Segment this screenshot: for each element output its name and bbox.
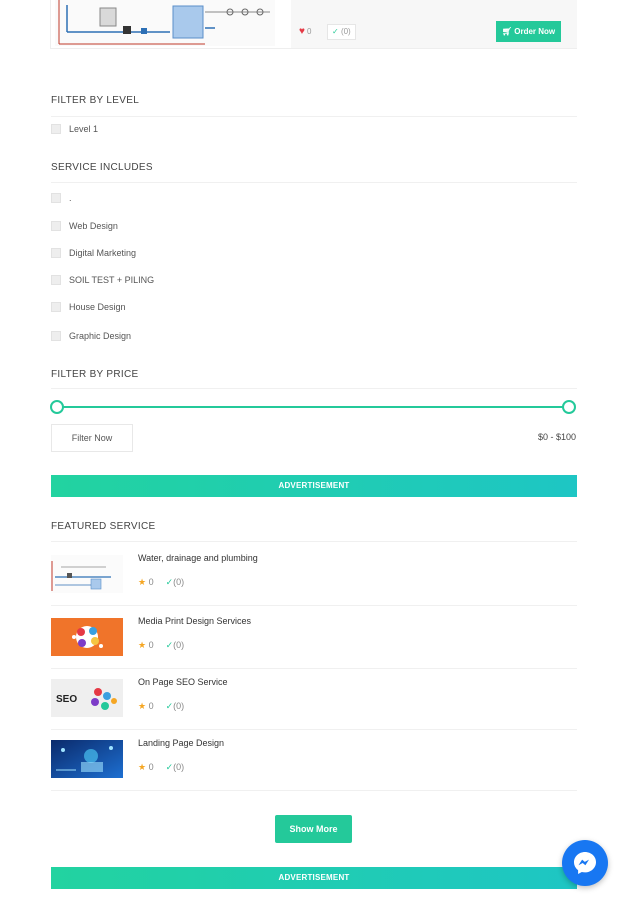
rating-value: 0	[148, 762, 154, 772]
featured-item-stats: ★ 0 ✓(0)	[138, 640, 184, 651]
divider	[51, 182, 577, 183]
featured-item-stats: ★ 0 ✓(0)	[138, 762, 184, 773]
seo-thumb-text: SEO	[56, 694, 77, 705]
advertisement-banner[interactable]: ADVERTISEMENT	[51, 867, 577, 889]
heart-icon: ♥	[299, 26, 305, 37]
checkbox[interactable]	[51, 302, 61, 312]
featured-item-stats: ★ 0 ✓(0)	[138, 701, 184, 712]
service-option-row[interactable]: Web Design	[51, 219, 118, 233]
checkbox-label: Level 1	[69, 124, 99, 134]
checkbox[interactable]	[51, 221, 61, 231]
service-option-row[interactable]: House Design	[51, 300, 126, 314]
featured-item-title[interactable]: On Page SEO Service	[138, 677, 228, 687]
reviews-count: (0)	[340, 27, 351, 36]
featured-service-title: FEATURED SERVICE	[51, 521, 156, 532]
order-now-button[interactable]: 🛒︎ Order Now	[496, 21, 561, 42]
service-option-row[interactable]: .	[51, 191, 72, 205]
favorite-button[interactable]: ♥ 0	[299, 26, 311, 37]
reviews-count: (0)	[173, 701, 185, 711]
checkbox-label: SOIL TEST + PILING	[69, 275, 155, 285]
plumbing-thumbnail	[51, 555, 123, 593]
rating-value: 0	[148, 701, 154, 711]
checkbox[interactable]	[51, 275, 61, 285]
service-card-top[interactable]: ♥ 0 ✓ (0) 🛒︎ Order Now	[50, 0, 577, 49]
reviews-count: (0)	[173, 640, 185, 650]
filter-level-title: FILTER BY LEVEL	[51, 95, 140, 106]
service-includes-title: SERVICE INCLUDES	[51, 162, 153, 173]
check-circle-icon: ✓	[332, 27, 339, 36]
featured-item-title[interactable]: Landing Page Design	[138, 738, 224, 748]
divider	[51, 541, 577, 542]
seo-thumbnail: SEO	[51, 679, 123, 717]
messenger-icon	[574, 852, 596, 874]
service-option-row[interactable]: Graphic Design	[51, 329, 131, 343]
level-1-checkbox-row[interactable]: Level 1	[51, 122, 98, 136]
checkbox-label: Graphic Design	[69, 331, 132, 341]
price-range-text: $0 - $100	[537, 432, 576, 442]
checkbox-label: House Design	[69, 302, 126, 312]
show-more-button[interactable]: Show More	[275, 815, 352, 843]
featured-item-stats: ★ 0 ✓(0)	[138, 577, 184, 588]
service-card-meta: ♥ 0 ✓ (0) 🛒︎ Order Now	[291, 0, 577, 48]
checkbox-label: Digital Marketing	[69, 248, 137, 258]
reviews-count: (0)	[173, 577, 185, 587]
order-now-label: Order Now	[514, 27, 556, 36]
price-slider-max-handle[interactable]	[562, 400, 576, 414]
rating-value: 0	[148, 640, 154, 650]
reviews-count: (0)	[173, 762, 185, 772]
likes-count: 0	[306, 27, 312, 36]
checkbox[interactable]	[51, 331, 61, 341]
featured-item-title[interactable]: Water, drainage and plumbing	[138, 553, 258, 563]
filter-now-button[interactable]: Filter Now	[51, 424, 133, 452]
price-slider-track[interactable]	[57, 406, 569, 408]
rating-value: 0	[148, 577, 154, 587]
star-icon: ★	[138, 640, 147, 650]
checkbox-label: Web Design	[69, 221, 118, 231]
plumbing-diagram-image	[55, 0, 275, 46]
cart-icon: 🛒︎	[501, 27, 512, 36]
checkbox-label: .	[69, 193, 72, 203]
checkbox[interactable]	[51, 193, 61, 203]
featured-item[interactable]: SEO On Page SEO Service ★ 0 ✓(0)	[51, 667, 577, 729]
divider	[51, 388, 577, 389]
reviews-badge: ✓ (0)	[327, 24, 356, 40]
print-design-thumbnail	[51, 618, 123, 656]
featured-item-title[interactable]: Media Print Design Services	[138, 616, 251, 626]
featured-item[interactable]: Landing Page Design ★ 0 ✓(0)	[51, 728, 577, 790]
price-slider-min-handle[interactable]	[50, 400, 64, 414]
checkbox[interactable]	[51, 248, 61, 258]
service-option-row[interactable]: SOIL TEST + PILING	[51, 273, 154, 287]
star-icon: ★	[138, 762, 147, 772]
checkbox[interactable]	[51, 124, 61, 134]
star-icon: ★	[138, 577, 147, 587]
advertisement-banner[interactable]: ADVERTISEMENT	[51, 475, 577, 497]
service-option-row[interactable]: Digital Marketing	[51, 246, 136, 260]
landing-page-thumbnail	[51, 740, 123, 778]
divider	[51, 116, 577, 117]
divider	[51, 790, 577, 791]
featured-item[interactable]: Water, drainage and plumbing ★ 0 ✓(0)	[51, 543, 577, 605]
star-icon: ★	[138, 701, 147, 711]
featured-item[interactable]: Media Print Design Services ★ 0 ✓(0)	[51, 606, 577, 668]
filter-price-title: FILTER BY PRICE	[51, 369, 139, 380]
messenger-chat-button[interactable]	[562, 840, 608, 886]
